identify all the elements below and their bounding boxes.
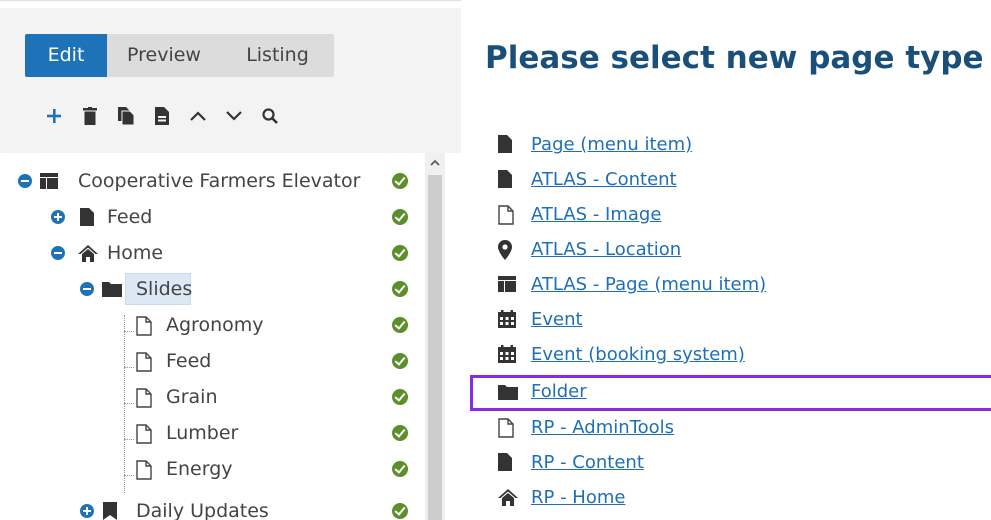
home-icon xyxy=(498,488,518,510)
tree-row-selected[interactable]: Slides xyxy=(0,271,425,307)
file-icon xyxy=(80,208,94,230)
search-icon[interactable] xyxy=(252,101,288,131)
tree-row[interactable]: Energy xyxy=(0,451,425,487)
calendar-icon xyxy=(498,345,516,367)
page-type-panel: Please select new page type Page (menu i… xyxy=(461,0,991,520)
tree-row[interactable]: Home xyxy=(0,235,425,271)
page-tree: Cooperative Farmers Elevator Feed Home S… xyxy=(0,153,425,520)
tree-toolbar xyxy=(0,8,461,153)
file-outline-icon xyxy=(136,352,152,376)
tab-preview[interactable]: Preview xyxy=(107,34,221,77)
page-type-item[interactable]: ATLAS - Content xyxy=(461,162,991,197)
tree-row[interactable]: Agronomy xyxy=(0,307,425,343)
scroll-up-icon[interactable] xyxy=(425,153,445,173)
status-ok-icon xyxy=(392,173,408,189)
trash-icon[interactable] xyxy=(72,101,108,131)
tree-item-label[interactable]: Agronomy xyxy=(166,307,264,343)
tree-item-label[interactable]: Grain xyxy=(166,379,218,415)
expand-toggle-icon[interactable] xyxy=(51,210,65,224)
page-type-item[interactable]: Page (menu item) xyxy=(461,127,991,162)
status-ok-icon xyxy=(392,389,408,405)
status-ok-icon xyxy=(392,353,408,369)
bookmark-icon xyxy=(103,502,117,520)
tree-actions xyxy=(36,101,288,131)
status-ok-icon xyxy=(392,425,408,441)
map-marker-icon xyxy=(498,240,512,264)
file-icon xyxy=(498,170,512,192)
page-type-item[interactable]: ATLAS - Page (menu item) xyxy=(461,267,991,302)
table-icon xyxy=(40,172,58,194)
view-tabs: Edit Preview Listing xyxy=(25,34,334,77)
file-outline-icon xyxy=(498,205,514,229)
copy-icon[interactable] xyxy=(108,101,144,131)
status-ok-icon xyxy=(392,461,408,477)
tree-row[interactable]: Grain xyxy=(0,379,425,415)
tree-item-label[interactable]: Lumber xyxy=(166,415,238,451)
page-title: Please select new page type xyxy=(485,40,984,76)
page-type-item[interactable]: RP - AdminTools xyxy=(461,410,991,445)
page-type-item[interactable]: Event (booking system) xyxy=(461,337,991,372)
tree-item-label[interactable]: Cooperative Farmers Elevator xyxy=(78,163,360,199)
table-icon xyxy=(498,275,516,297)
file-outline-icon xyxy=(498,418,514,442)
status-ok-icon xyxy=(392,245,408,261)
plus-icon[interactable] xyxy=(36,101,72,131)
tree-row[interactable]: Daily Updates xyxy=(0,493,425,520)
status-ok-icon xyxy=(392,317,408,333)
page-type-item[interactable]: ATLAS - Location xyxy=(461,232,991,267)
collapse-toggle-icon[interactable] xyxy=(51,246,65,260)
home-icon xyxy=(78,244,98,266)
file-outline-icon xyxy=(136,424,152,448)
page-type-link[interactable]: ATLAS - Page (menu item) xyxy=(531,267,766,302)
page-type-link[interactable]: RP - Home xyxy=(531,480,625,515)
scroll-thumb[interactable] xyxy=(428,175,442,520)
page-type-link[interactable]: Page (menu item) xyxy=(531,127,692,162)
chevron-up-icon[interactable] xyxy=(180,101,216,131)
page-type-item[interactable]: RP - Home xyxy=(461,480,991,515)
folder-icon xyxy=(102,281,122,301)
page-type-link[interactable]: ATLAS - Content xyxy=(531,162,677,197)
page-type-link[interactable]: RP - Content xyxy=(531,445,644,480)
page-type-item[interactable]: ATLAS - Image xyxy=(461,197,991,232)
tree-scrollbar[interactable] xyxy=(425,153,445,520)
calendar-icon xyxy=(498,310,516,332)
page-tree-panel: Edit Preview Listing Cooperative Farmers… xyxy=(0,0,461,520)
expand-toggle-icon[interactable] xyxy=(80,504,94,518)
file-icon xyxy=(498,135,512,157)
status-ok-icon xyxy=(392,281,408,297)
page-type-link[interactable]: ATLAS - Location xyxy=(531,232,681,267)
file-outline-icon xyxy=(136,316,152,340)
tree-item-label[interactable]: Energy xyxy=(166,451,233,487)
status-ok-icon xyxy=(392,209,408,225)
tab-edit[interactable]: Edit xyxy=(25,34,107,77)
tab-listing[interactable]: Listing xyxy=(221,34,334,77)
chevron-down-icon[interactable] xyxy=(216,101,252,131)
tree-item-label[interactable]: Home xyxy=(107,235,163,271)
tree-item-label[interactable]: Daily Updates xyxy=(136,493,269,520)
tree-item-label[interactable]: Slides xyxy=(136,271,192,307)
page-type-link[interactable]: Event (booking system) xyxy=(531,337,745,372)
collapse-toggle-icon[interactable] xyxy=(80,282,94,296)
tree-item-label[interactable]: Feed xyxy=(166,343,211,379)
tree-row[interactable]: Lumber xyxy=(0,415,425,451)
tree-row[interactable]: Feed xyxy=(0,199,425,235)
page-type-link[interactable]: ATLAS - Image xyxy=(531,197,661,232)
page-type-item[interactable]: Event xyxy=(461,302,991,337)
tree-item-label[interactable]: Feed xyxy=(107,199,152,235)
paste-icon[interactable] xyxy=(144,101,180,131)
file-icon xyxy=(498,453,512,475)
collapse-toggle-icon[interactable] xyxy=(18,174,32,188)
status-ok-icon xyxy=(392,503,408,519)
file-outline-icon xyxy=(136,460,152,484)
folder-highlight-box xyxy=(470,375,991,411)
tree-row[interactable]: Cooperative Farmers Elevator xyxy=(0,163,425,199)
page-type-link[interactable]: Event xyxy=(531,302,583,337)
tree-row[interactable]: Feed xyxy=(0,343,425,379)
page-type-item[interactable]: RP - Content xyxy=(461,445,991,480)
page-type-link[interactable]: RP - AdminTools xyxy=(531,410,674,445)
file-outline-icon xyxy=(136,388,152,412)
